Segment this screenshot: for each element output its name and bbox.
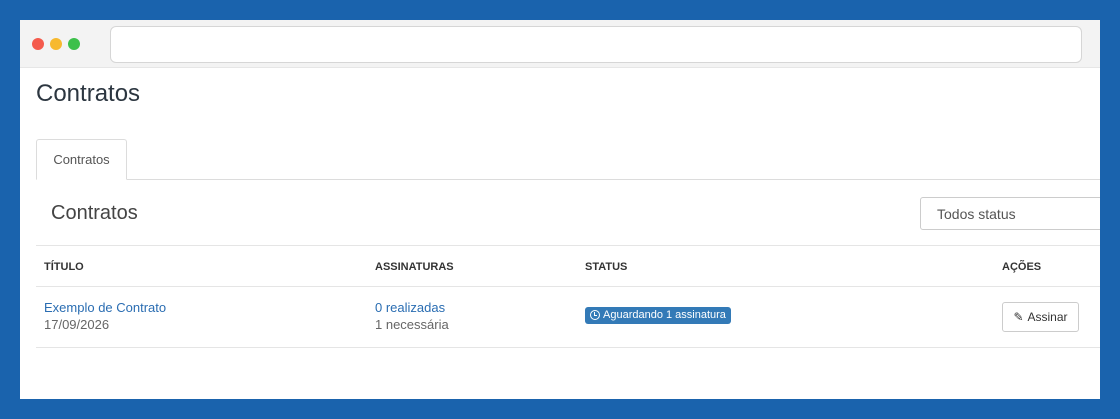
- contract-title-link[interactable]: Exemplo de Contrato: [44, 300, 166, 315]
- contract-date: 17/09/2026: [44, 317, 110, 332]
- sign-button[interactable]: ✎ Assinar: [1002, 302, 1079, 332]
- maximize-window-icon[interactable]: [68, 38, 80, 50]
- section-title: Contratos: [51, 202, 138, 224]
- contracts-table: TÍTULO ASSINATURAS STATUS AÇÕES Exemplo …: [36, 245, 1100, 348]
- tab-bar: Contratos: [36, 139, 1100, 180]
- minimize-window-icon[interactable]: [50, 38, 62, 50]
- signed-count-link[interactable]: 0 realizadas: [375, 300, 449, 315]
- close-window-icon[interactable]: [32, 38, 44, 50]
- sign-button-label: Assinar: [1027, 310, 1068, 324]
- table-header: TÍTULO ASSINATURAS STATUS AÇÕES: [36, 245, 1100, 287]
- signatures-cell: 0 realizadas 1 necessária: [375, 300, 449, 332]
- tab-contratos[interactable]: Contratos: [36, 139, 127, 180]
- address-bar[interactable]: [110, 26, 1082, 63]
- header-title: TÍTULO: [44, 261, 84, 273]
- table-row: Exemplo de Contrato 17/09/2026 0 realiza…: [36, 287, 1100, 348]
- header-signatures: ASSINATURAS: [375, 261, 454, 273]
- status-badge: Aguardando 1 assinatura: [585, 307, 731, 324]
- pencil-icon: ✎: [1013, 310, 1024, 324]
- required-count: 1 necessária: [375, 317, 449, 332]
- browser-window: Contratos Contratos Contratos Todos stat…: [20, 20, 1100, 399]
- clock-icon: [590, 310, 600, 320]
- status-filter-select[interactable]: Todos status: [920, 197, 1100, 230]
- page-title: Contratos: [36, 80, 141, 107]
- browser-titlebar: [20, 20, 1100, 68]
- header-actions: AÇÕES: [1002, 261, 1042, 273]
- header-status: STATUS: [585, 261, 628, 273]
- title-cell: Exemplo de Contrato 17/09/2026: [44, 300, 166, 332]
- status-badge-label: Aguardando 1 assinatura: [603, 309, 726, 321]
